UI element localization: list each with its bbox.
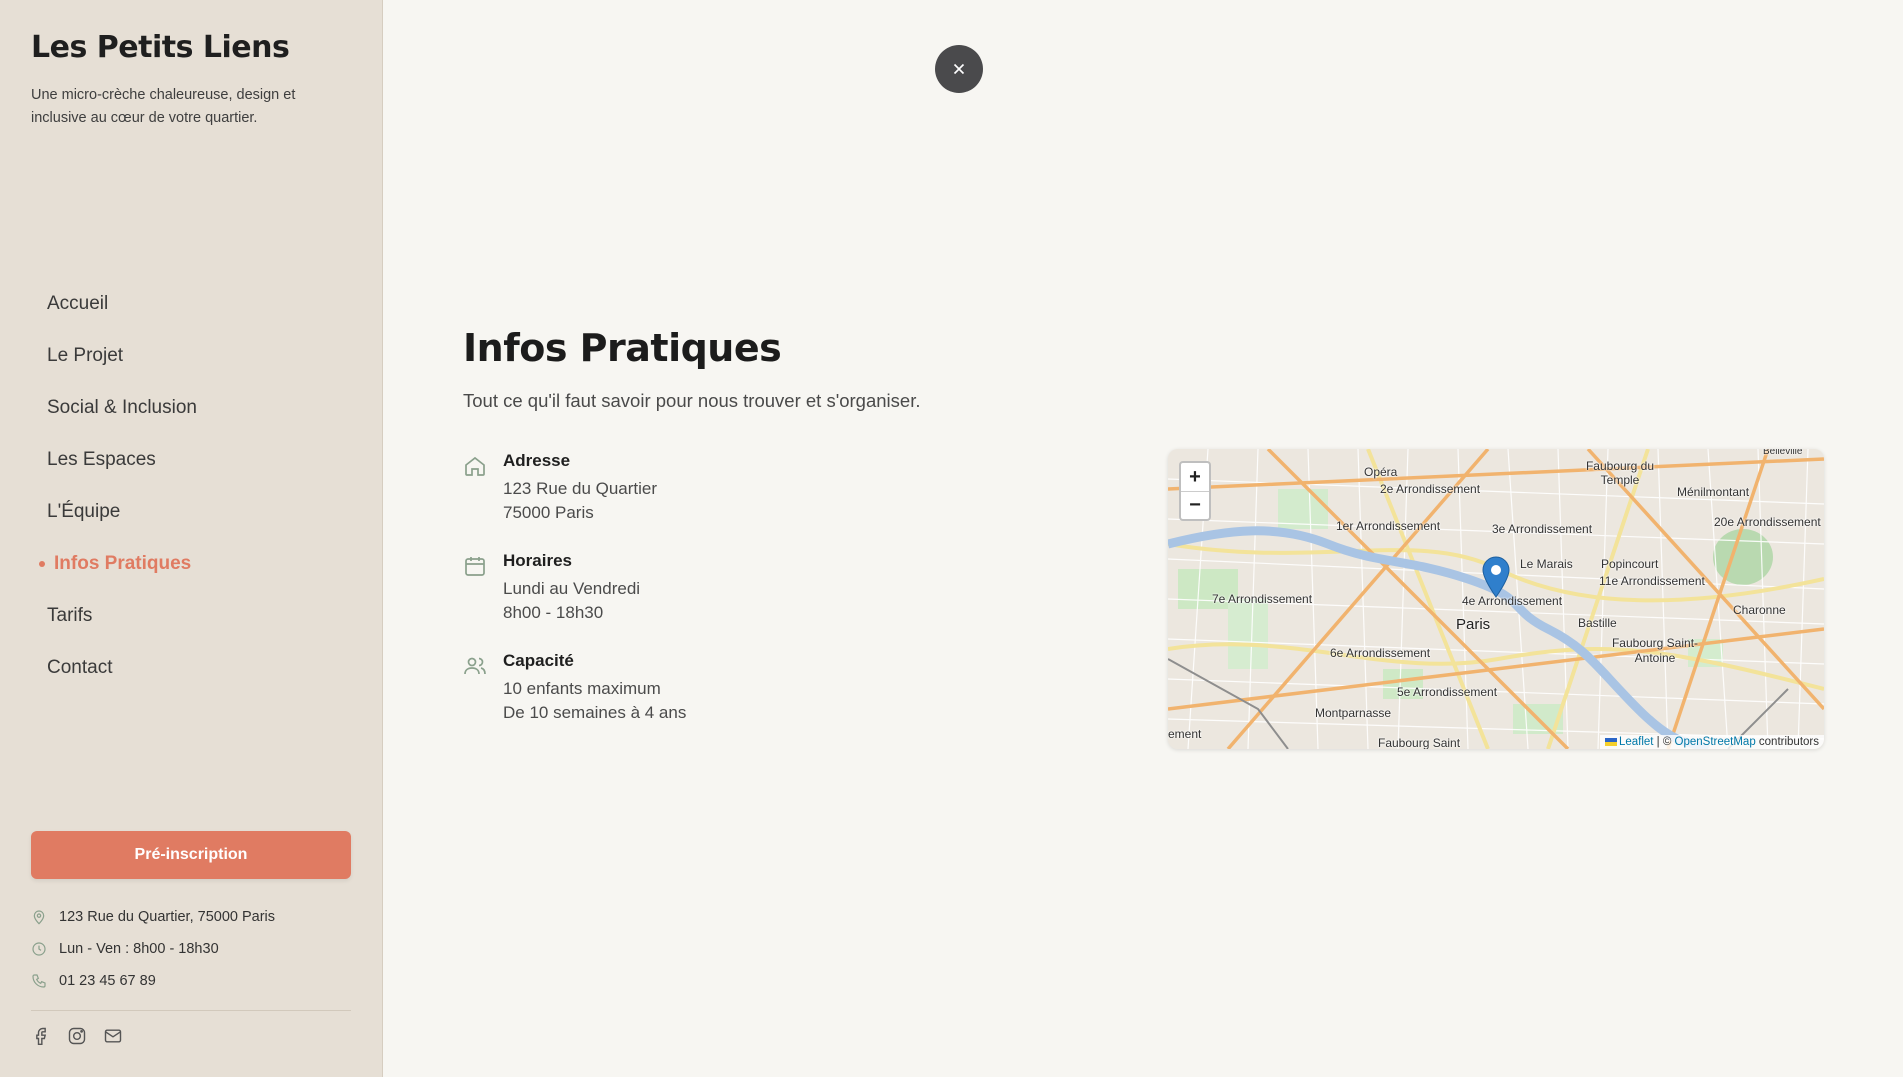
- map-label-ement: ement: [1168, 727, 1202, 741]
- pre-inscription-button[interactable]: Pré-inscription: [31, 831, 351, 879]
- nav-item-social-inclusion[interactable]: Social & Inclusion: [31, 382, 351, 434]
- capacity-line-1: 10 enfants maximum: [503, 679, 661, 698]
- close-icon: [953, 63, 965, 75]
- map-label-arr5: 5e Arrondissement: [1397, 685, 1498, 699]
- phone-icon: [32, 974, 46, 988]
- attribution-separator: | ©: [1653, 736, 1675, 748]
- map-label-arr11: 11e Arrondissement: [1599, 574, 1705, 588]
- address-line-2: 75000 Paris: [503, 503, 594, 522]
- page-subtitle: Tout ce qu'il faut savoir pour nous trou…: [463, 390, 921, 411]
- map-attribution: Leaflet | © OpenStreetMap contributors: [1599, 735, 1824, 749]
- nav-item-label: L'Équipe: [47, 501, 121, 522]
- map-label-arr6: 6e Arrondissement: [1330, 646, 1431, 660]
- close-button[interactable]: [935, 45, 983, 93]
- location-map[interactable]: Opéra Faubourg du Temple Belleville Méni…: [1168, 449, 1824, 749]
- contact-phone: 01 23 45 67 89: [31, 965, 275, 997]
- instagram-icon[interactable]: [67, 1026, 87, 1046]
- map-label-arr1: 1er Arrondissement: [1336, 519, 1441, 533]
- ukraine-flag-icon: [1604, 737, 1617, 746]
- map-label-bastille: Bastille: [1578, 616, 1617, 630]
- map-label-opera: Opéra: [1364, 465, 1398, 479]
- nav-item-contact[interactable]: Contact: [31, 642, 351, 694]
- map-label-popincourt: Popincourt: [1601, 557, 1659, 571]
- map-zoom-control: + −: [1179, 461, 1211, 521]
- map-pin-icon: [33, 910, 45, 925]
- calendar-icon: [465, 557, 485, 576]
- map-label-marais: Le Marais: [1520, 557, 1573, 571]
- location-marker-icon[interactable]: [1482, 556, 1510, 598]
- map-label-arr4: 4e Arrondissement: [1462, 594, 1563, 608]
- address-title: Adresse: [503, 451, 571, 470]
- nav-item-infos-pratiques[interactable]: Infos Pratiques: [31, 538, 351, 590]
- contact-phone-text[interactable]: 01 23 45 67 89: [59, 973, 156, 989]
- active-indicator-dot: [39, 561, 45, 567]
- map-label-arr3: 3e Arrondissement: [1492, 522, 1593, 536]
- home-icon: [465, 456, 485, 476]
- nav-item-label: Accueil: [47, 293, 109, 314]
- sidebar-divider: [31, 1010, 351, 1011]
- map-label-arr2: 2e Arrondissement: [1380, 482, 1481, 496]
- nav-item-tarifs[interactable]: Tarifs: [31, 590, 351, 642]
- zoom-in-button[interactable]: +: [1181, 463, 1209, 491]
- nav-item-label: Contact: [47, 657, 113, 678]
- page-title: Infos Pratiques: [463, 326, 782, 370]
- contact-address: 123 Rue du Quartier, 75000 Paris: [31, 901, 275, 933]
- brand-title[interactable]: Les Petits Liens: [31, 30, 290, 65]
- hours-line-1: Lundi au Vendredi: [503, 579, 641, 598]
- nav-item-les-espaces[interactable]: Les Espaces: [31, 434, 351, 486]
- map-label-faubourg-temple: Faubourg du Temple: [1585, 459, 1655, 487]
- hours-title: Horaires: [503, 551, 572, 570]
- info-address: Adresse 123 Rue du Quartier 75000 Paris: [463, 450, 657, 525]
- contact-hours: Lun - Ven : 8h00 - 18h30: [31, 933, 275, 965]
- main-nav: Accueil Le Projet Social & Inclusion Les…: [31, 278, 351, 694]
- leaflet-link[interactable]: Leaflet: [1619, 736, 1654, 748]
- map-label-charonne: Charonne: [1733, 603, 1786, 617]
- info-hours: Horaires Lundi au Vendredi 8h00 - 18h30: [463, 550, 640, 625]
- zoom-out-button[interactable]: −: [1181, 491, 1209, 519]
- social-links: [31, 1026, 123, 1046]
- clock-icon: [32, 942, 46, 956]
- contact-address-text: 123 Rue du Quartier, 75000 Paris: [59, 909, 276, 925]
- map-label-arr20: 20e Arrondissement: [1714, 515, 1821, 529]
- map-label-faubourg-antoine: Faubourg Saint-Antoine: [1611, 636, 1699, 665]
- nav-item-l-equipe[interactable]: L'Équipe: [31, 486, 351, 538]
- mail-icon[interactable]: [103, 1026, 123, 1046]
- map-label-faubourg-saint: Faubourg Saint: [1378, 736, 1461, 749]
- capacity-line-2: De 10 semaines à 4 ans: [503, 703, 687, 722]
- sidebar-contact-list: 123 Rue du Quartier, 75000 Paris Lun - V…: [31, 901, 275, 997]
- map-label-paris: Paris: [1456, 616, 1491, 633]
- nav-item-label: Infos Pratiques: [54, 553, 192, 574]
- nav-item-label: Social & Inclusion: [47, 397, 197, 418]
- map-label-menilmontant: Ménilmontant: [1677, 485, 1750, 499]
- map-label-belleville: Belleville: [1763, 449, 1803, 457]
- sidebar: Les Petits Liens Une micro-crèche chaleu…: [0, 0, 383, 1077]
- users-icon: [464, 657, 486, 675]
- brand-tagline: Une micro-crèche chaleureuse, design et …: [31, 87, 296, 126]
- map-label-arr7: 7e Arrondissement: [1212, 592, 1313, 606]
- map-label-montparnasse: Montparnasse: [1315, 706, 1392, 720]
- nav-item-accueil[interactable]: Accueil: [31, 278, 351, 330]
- osm-link[interactable]: OpenStreetMap: [1675, 736, 1756, 748]
- nav-item-label: Le Projet: [47, 345, 124, 366]
- address-line-1: 123 Rue du Quartier: [503, 479, 658, 498]
- contact-hours-text: Lun - Ven : 8h00 - 18h30: [59, 941, 219, 957]
- nav-item-label: Tarifs: [47, 605, 93, 626]
- facebook-icon[interactable]: [31, 1026, 51, 1046]
- nav-item-label: Les Espaces: [47, 449, 156, 470]
- info-capacity: Capacité 10 enfants maximum De 10 semain…: [463, 650, 686, 725]
- attribution-tail: contributors: [1755, 736, 1819, 748]
- capacity-title: Capacité: [503, 651, 574, 670]
- hours-line-2: 8h00 - 18h30: [503, 603, 604, 622]
- nav-item-le-projet[interactable]: Le Projet: [31, 330, 351, 382]
